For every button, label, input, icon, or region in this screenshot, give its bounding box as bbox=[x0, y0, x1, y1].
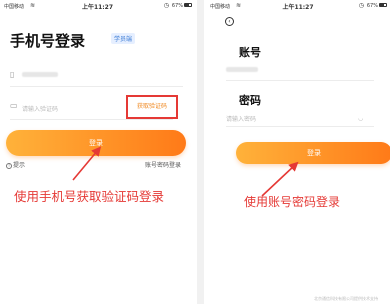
annotation-arrows bbox=[72, 146, 299, 197]
annotation-account-login: 使用账号密码登录 bbox=[244, 195, 341, 209]
annotation-phone-login: 使用手机号获取验证码登录 bbox=[14, 189, 165, 204]
arrow-to-right-login bbox=[261, 161, 299, 197]
arrow-to-left-login bbox=[72, 146, 102, 181]
